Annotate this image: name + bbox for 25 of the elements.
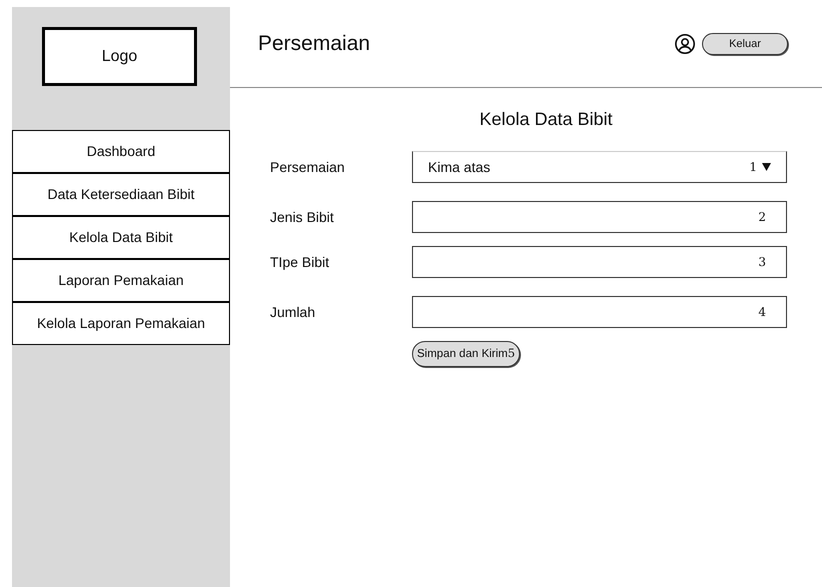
logo-box: Logo [42,27,197,86]
marker-number: 2 [758,209,766,226]
submit-button[interactable]: Simpan dan Kirim5 [412,341,520,368]
sidebar-item[interactable]: Kelola Laporan Pemakaian [12,302,230,345]
select-value: Kima atas [428,158,490,176]
marker-number: 4 [758,304,766,321]
sidebar-item[interactable]: Laporan Pemakaian [12,259,230,302]
logout-button[interactable]: Keluar [702,33,788,55]
form-title: Kelola Data Bibit [479,108,613,131]
field-label: Persemaian [270,158,346,176]
input-field[interactable]: 2 [412,201,787,233]
sidebar-item[interactable]: Kelola Data Bibit [12,216,230,259]
select-field[interactable]: Kima atas 1 [412,151,787,183]
marker-number: 3 [758,254,766,271]
page-title: Persemaian [258,31,370,58]
input-field[interactable]: 4 [412,296,787,328]
user-icon[interactable] [674,33,696,55]
sidebar-item[interactable]: Dashboard [12,130,230,173]
marker-number: 1 [749,159,757,176]
field-label: Jumlah [270,302,316,322]
sidebar-item[interactable]: Data Ketersediaan Bibit [12,173,230,216]
field-label: TIpe Bibit [270,252,330,272]
field-label: Jenis Bibit [270,208,335,226]
input-field[interactable]: 3 [412,246,787,278]
dropdown-triangle-icon [762,163,771,171]
